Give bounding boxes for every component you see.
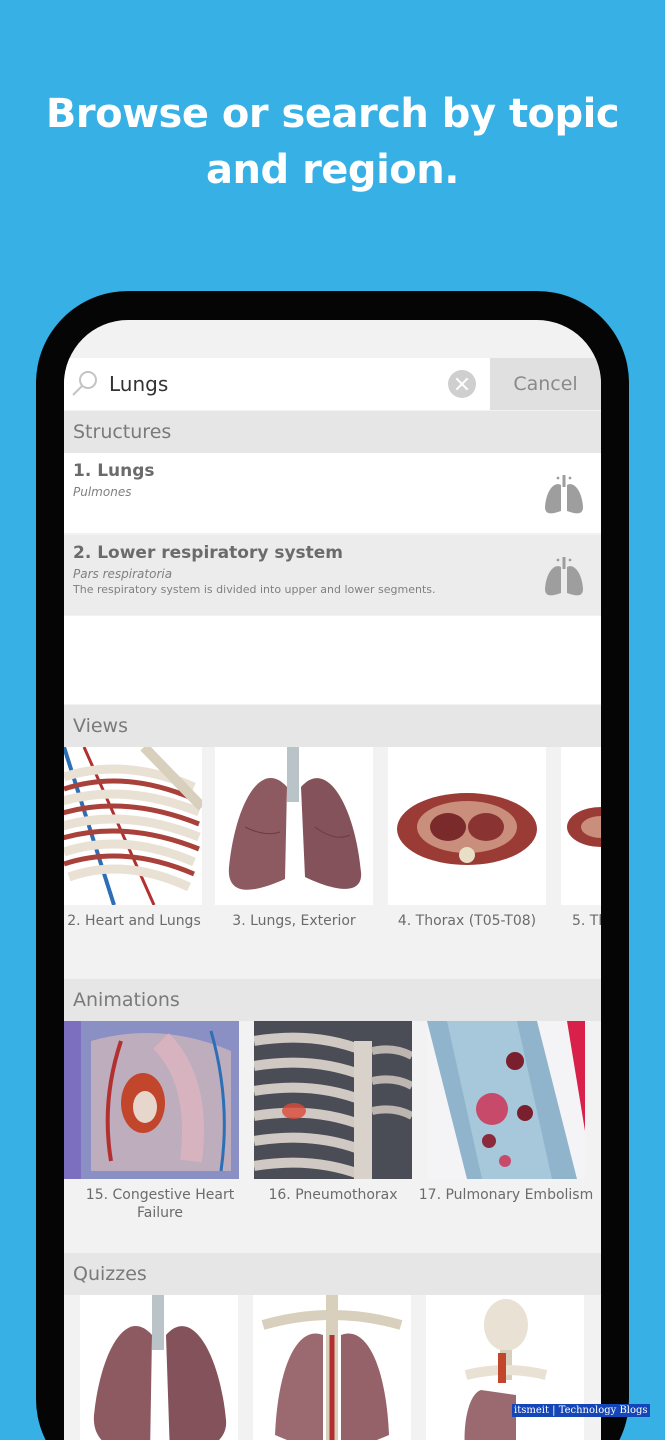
- view-thumbnail-heart-lungs[interactable]: [64, 747, 202, 905]
- quizzes-carousel[interactable]: [64, 1295, 601, 1440]
- structure-title: 1. Lungs: [73, 461, 155, 481]
- search-icon: [72, 371, 97, 396]
- quiz-thumbnail-thorax[interactable]: [253, 1295, 411, 1440]
- results-spacer: [64, 616, 601, 704]
- views-carousel[interactable]: 2. Heart and Lungs 3. Lungs, Exterior 4.…: [64, 747, 601, 977]
- structures-header: Structures: [64, 411, 601, 453]
- thorax-image: [253, 1295, 411, 1440]
- view-label: 3. Lungs, Exterior: [232, 913, 356, 929]
- animation-label: 17. Pulmonary Embolism: [418, 1187, 594, 1203]
- animations-carousel[interactable]: 15. Congestive Heart Failure 16. Pneumot…: [64, 1021, 601, 1251]
- search-box[interactable]: [64, 358, 490, 410]
- watermark: itsmeit | Technology Blogs: [512, 1404, 650, 1417]
- structure-result-2[interactable]: 2. Lower respiratory system Pars respira…: [64, 535, 601, 615]
- views-header: Views: [64, 705, 601, 747]
- thorax-section-image: [561, 747, 601, 905]
- structure-latin: Pulmones: [73, 485, 132, 499]
- quizzes-header: Quizzes: [64, 1253, 601, 1295]
- headline-line-2: and region.: [206, 147, 459, 193]
- ribcage-image: [64, 747, 202, 905]
- animation-label: 15. Congestive Heart Failure: [85, 1187, 235, 1221]
- view-label: 5. Th: [572, 913, 601, 929]
- pneumothorax-image: [254, 1021, 412, 1179]
- cancel-button[interactable]: Cancel: [490, 358, 601, 410]
- animation-thumbnail-congestive-heart-failure[interactable]: [81, 1021, 239, 1179]
- search-bar: Cancel: [64, 358, 601, 410]
- view-thumbnail-thorax[interactable]: [388, 747, 546, 905]
- embolism-image: [427, 1021, 585, 1179]
- thorax-section-image: [388, 747, 546, 905]
- clear-search-icon[interactable]: [448, 370, 476, 398]
- animation-label: 16. Pneumothorax: [268, 1187, 398, 1203]
- lungs-image: [215, 747, 373, 905]
- animation-thumbnail-pulmonary-embolism[interactable]: [427, 1021, 585, 1179]
- heart-failure-image: [81, 1021, 239, 1179]
- view-label: 2. Heart and Lungs: [67, 913, 201, 929]
- skeleton-image: [426, 1295, 584, 1440]
- structure-description: The respiratory system is divided into u…: [73, 583, 436, 596]
- structure-result-1[interactable]: 1. Lungs Pulmones: [64, 453, 601, 533]
- lungs-image: [80, 1295, 238, 1440]
- animation-thumbnail-pneumothorax[interactable]: [254, 1021, 412, 1179]
- quiz-thumbnail-skeleton[interactable]: [426, 1295, 584, 1440]
- view-thumbnail-lungs-exterior[interactable]: [215, 747, 373, 905]
- search-input[interactable]: [109, 358, 429, 410]
- quiz-thumbnail-lungs[interactable]: [80, 1295, 238, 1440]
- view-label: 4. Thorax (T05-T08): [397, 913, 537, 929]
- structure-title: 2. Lower respiratory system: [73, 543, 344, 563]
- headline-line-1: Browse or search by topic: [45, 91, 620, 137]
- lungs-icon: [545, 557, 583, 596]
- structure-latin: Pars respiratoria: [73, 567, 173, 581]
- app-screen: Cancel Structures 1. Lungs Pulmones 2. L…: [64, 320, 601, 1440]
- lungs-icon: [545, 475, 583, 514]
- animations-header: Animations: [64, 979, 601, 1021]
- headline: Browse or search by topic and region.: [0, 86, 665, 198]
- view-thumbnail-partial[interactable]: [561, 747, 601, 905]
